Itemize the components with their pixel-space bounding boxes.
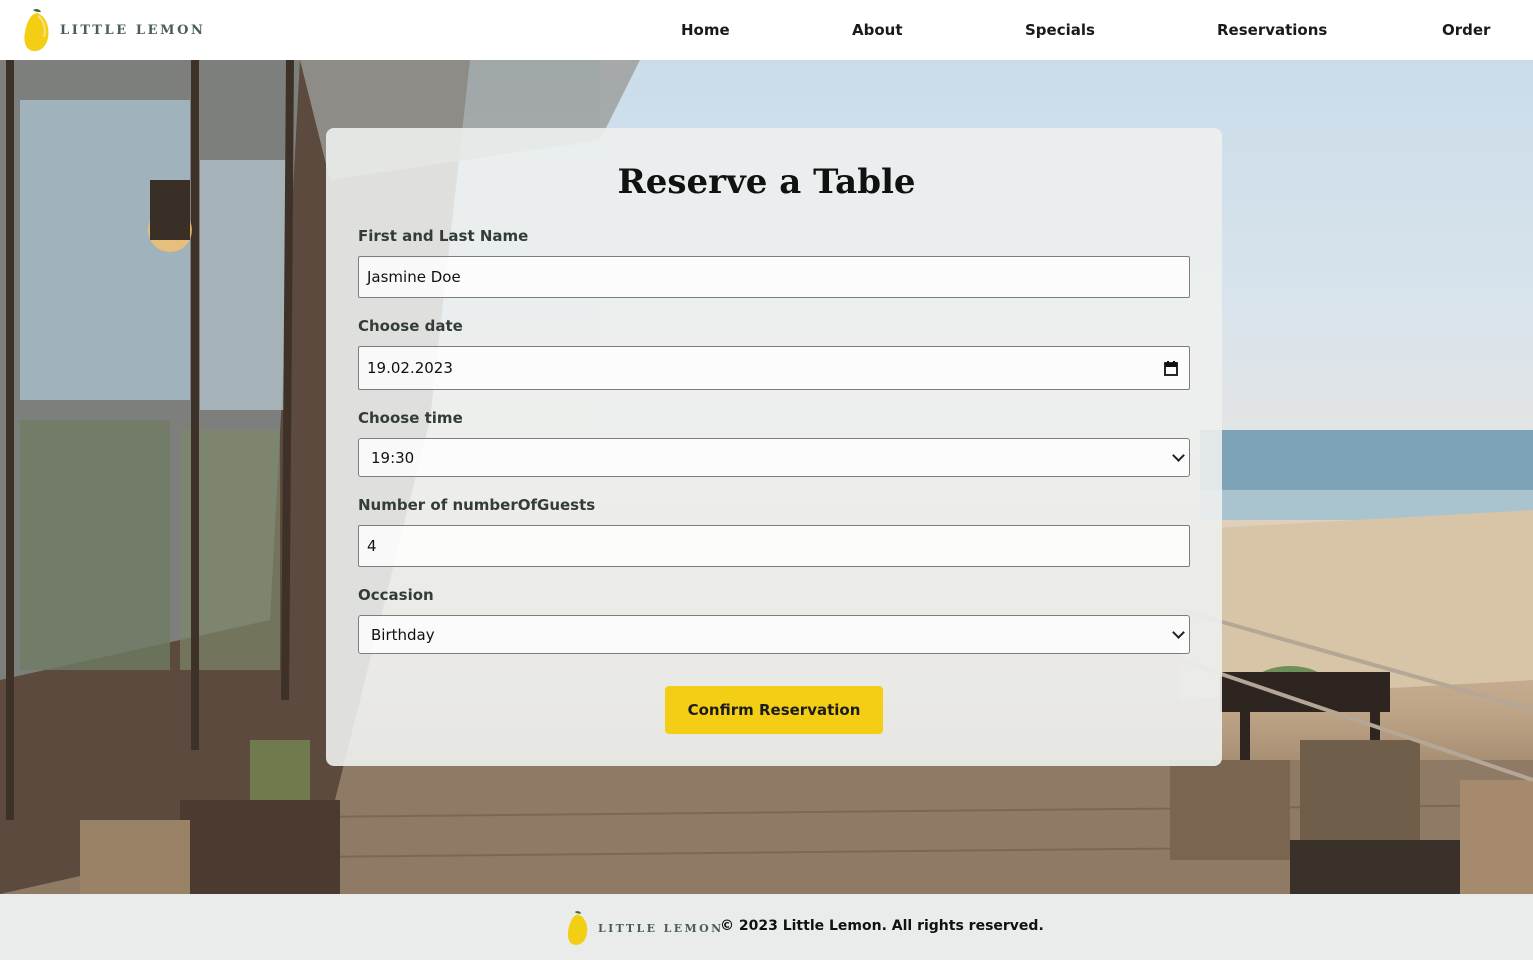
name-label: First and Last Name xyxy=(358,227,529,245)
guests-value: 4 xyxy=(367,537,377,555)
time-select[interactable]: 19:30 xyxy=(358,438,1190,477)
header-logo[interactable]: Little Lemon xyxy=(22,7,206,53)
name-input[interactable]: Jasmine Doe xyxy=(358,256,1190,298)
occasion-select[interactable]: Birthday xyxy=(358,615,1190,654)
occasion-label: Occasion xyxy=(358,586,434,604)
nav-specials[interactable]: Specials xyxy=(1025,21,1095,39)
occasion-value: Birthday xyxy=(371,625,435,644)
footer-logo-text: Little Lemon xyxy=(598,921,724,935)
confirm-reservation-button[interactable]: Confirm Reservation xyxy=(665,686,883,734)
guests-input[interactable]: 4 xyxy=(358,525,1190,567)
logo-text: Little Lemon xyxy=(60,22,206,38)
lemon-icon xyxy=(24,8,49,52)
lemon-icon xyxy=(567,911,588,945)
chevron-down-icon xyxy=(1172,448,1185,462)
copyright-text: © 2023 Little Lemon. All rights reserved… xyxy=(720,918,1044,934)
nav-home[interactable]: Home xyxy=(681,21,730,39)
date-value: 19.02.2023 xyxy=(367,359,453,377)
nav-about[interactable]: About xyxy=(852,21,903,39)
nav-reservations[interactable]: Reservations xyxy=(1217,21,1327,39)
footer-logo[interactable]: Little Lemon xyxy=(566,909,724,947)
guests-label: Number of numberOfGuests xyxy=(358,496,596,514)
time-label: Choose time xyxy=(358,409,463,427)
date-label: Choose date xyxy=(358,317,463,335)
calendar-icon[interactable] xyxy=(1164,361,1178,376)
nav-order[interactable]: Order xyxy=(1442,21,1490,39)
time-value: 19:30 xyxy=(371,448,415,467)
chevron-down-icon xyxy=(1172,625,1185,639)
site-header: Little Lemon Home About Specials Reserva… xyxy=(0,0,1533,60)
name-value: Jasmine Doe xyxy=(367,268,461,286)
page-title: Reserve a Table xyxy=(617,162,916,202)
date-input[interactable]: 19.02.2023 xyxy=(358,346,1190,390)
